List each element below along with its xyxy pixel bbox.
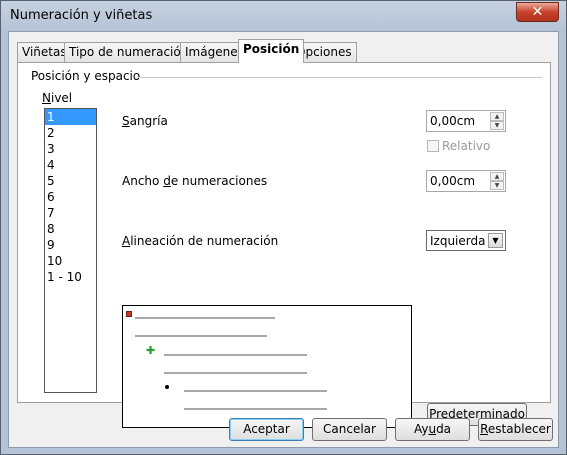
section-divider <box>138 77 542 78</box>
list-item[interactable]: 9 <box>45 237 96 253</box>
preview-line <box>184 408 327 410</box>
list-item[interactable]: 3 <box>45 141 96 157</box>
tab-tipo-numeracion[interactable]: Tipo de numeración <box>64 42 194 62</box>
sangria-value: 0,00cm <box>430 114 476 128</box>
list-item[interactable]: 6 <box>45 189 96 205</box>
preview-line <box>135 317 275 319</box>
nivel-label: Nivel <box>42 91 73 105</box>
list-item[interactable]: 8 <box>45 221 96 237</box>
ancho-label: Ancho de numeraciones <box>122 174 268 188</box>
section-title: Posición y espacio <box>31 69 141 83</box>
dialog-window: Numeración y viñetas ✕ Viñetas Tipo de n… <box>0 0 567 455</box>
ancho-value: 0,00cm <box>430 174 476 188</box>
preview-line <box>164 354 307 356</box>
spin-up-icon[interactable]: ▲ <box>490 112 504 121</box>
preview-line <box>164 372 307 374</box>
spin-down-icon[interactable]: ▼ <box>490 121 504 130</box>
spin-up-icon[interactable]: ▲ <box>490 172 504 181</box>
numbering-preview: ✚ <box>122 305 412 428</box>
spin-down-icon[interactable]: ▼ <box>490 181 504 190</box>
tab-posicion[interactable]: Posición <box>238 39 305 63</box>
title-bar[interactable]: Numeración y viñetas ✕ <box>1 1 566 31</box>
sangria-label: Sangría <box>122 114 168 128</box>
chevron-down-icon[interactable]: ▼ <box>488 233 503 248</box>
position-panel: Posición y espacio Nivel 1 2 3 4 5 6 7 8… <box>17 62 551 428</box>
list-item[interactable]: 10 <box>45 253 96 269</box>
window-title: Numeración y viñetas <box>10 8 153 23</box>
square-bullet-icon <box>126 311 132 317</box>
restablecer-button[interactable]: Restablecer <box>478 418 553 441</box>
ancho-spinbox[interactable]: 0,00cm ▲ ▼ <box>426 170 506 192</box>
list-item[interactable]: 5 <box>45 173 96 189</box>
aceptar-button[interactable]: Aceptar <box>229 418 304 441</box>
plus-bullet-icon: ✚ <box>146 344 156 357</box>
sangria-spinbox[interactable]: 0,00cm ▲ ▼ <box>426 110 506 132</box>
list-item[interactable]: 7 <box>45 205 96 221</box>
cancelar-button[interactable]: Cancelar <box>312 418 387 441</box>
list-item[interactable]: 4 <box>45 157 96 173</box>
preview-line <box>184 390 327 392</box>
preview-line <box>135 335 267 337</box>
close-icon: ✕ <box>531 4 544 20</box>
dot-bullet-icon <box>165 385 169 389</box>
list-item[interactable]: 1 <box>45 109 96 125</box>
ayuda-button[interactable]: Ayuda <box>395 418 470 441</box>
relativo-label: Relativo <box>442 139 491 153</box>
dialog-body: Viñetas Tipo de numeración Imágenes Posi… <box>8 31 559 448</box>
list-item[interactable]: 1 - 10 <box>45 269 96 285</box>
alineacion-select[interactable]: Izquierda ▼ <box>426 230 506 251</box>
relativo-checkbox[interactable] <box>427 140 439 152</box>
list-item[interactable]: 2 <box>45 125 96 141</box>
alineacion-label: Alineación de numeración <box>122 234 279 248</box>
alineacion-value: Izquierda <box>430 234 486 248</box>
level-list[interactable]: 1 2 3 4 5 6 7 8 9 10 1 - 10 <box>44 108 97 393</box>
close-button[interactable]: ✕ <box>516 2 559 22</box>
